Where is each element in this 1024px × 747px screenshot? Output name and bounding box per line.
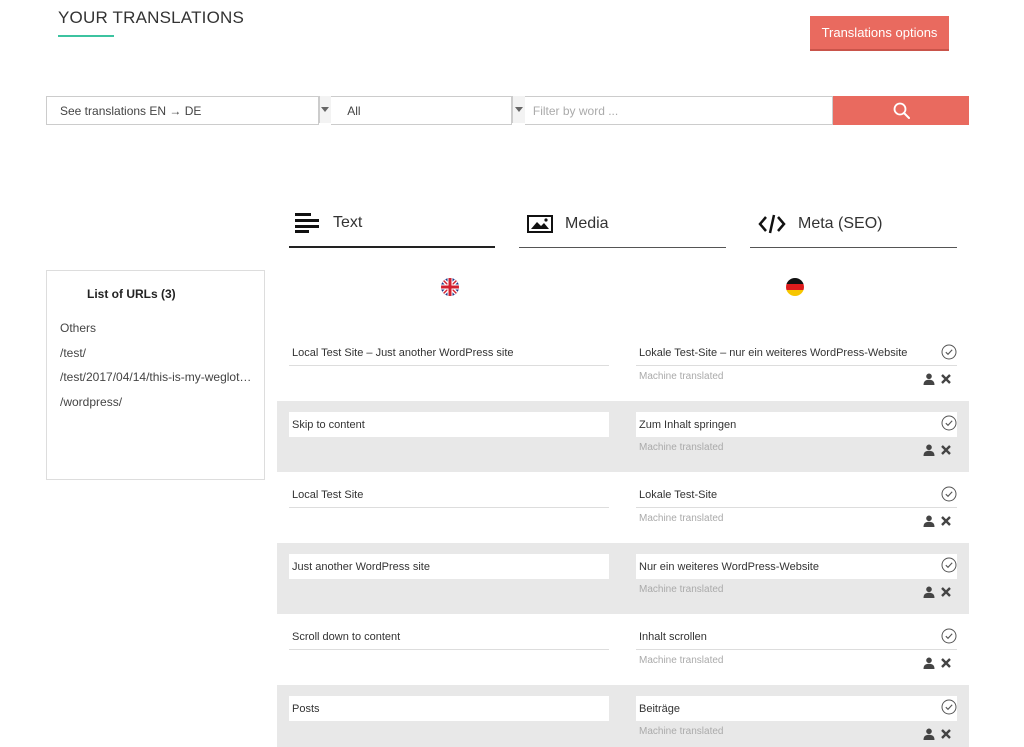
close-icon[interactable] (940, 373, 952, 385)
status-label: Machine translated (639, 726, 724, 737)
target-text: Inhalt scrollen (639, 631, 707, 643)
table-row: Posts Beiträge Machine translated (277, 685, 969, 747)
status-label: Machine translated (639, 655, 724, 666)
content-tabs: Text Media Meta (SEO) (289, 200, 957, 248)
close-icon[interactable] (940, 586, 952, 598)
target-text: Zum Inhalt springen (639, 418, 737, 431)
check-circle-icon[interactable] (941, 699, 957, 715)
language-pair-value: See translations EN → DE (60, 103, 202, 118)
status-label: Machine translated (639, 442, 724, 453)
url-list: Others /test/ /test/2017/04/14/this-is-m… (60, 321, 251, 419)
table-row: Local Test Site – Just another WordPress… (277, 330, 969, 401)
close-icon[interactable] (940, 515, 952, 527)
filter-word-input[interactable] (524, 96, 834, 125)
language-pair-select[interactable]: See translations EN → DE (46, 96, 319, 125)
type-select[interactable]: All (331, 96, 513, 125)
user-icon[interactable] (923, 586, 935, 598)
table-row: Scroll down to content Inhalt scrollen M… (277, 614, 969, 685)
filter-bar: See translations EN → DE All (46, 96, 969, 125)
target-text: Lokale Test-Site (639, 489, 718, 501)
user-icon[interactable] (923, 728, 935, 740)
close-icon[interactable] (940, 728, 952, 740)
target-text: Lokale Test-Site – nur ein weiteres Word… (639, 347, 908, 359)
target-text-field[interactable]: Beiträge (636, 696, 957, 721)
status-label: Machine translated (639, 584, 724, 595)
tab-text-label: Text (333, 214, 363, 231)
de-flag-icon (786, 278, 804, 296)
type-value: All (347, 103, 361, 118)
user-icon[interactable] (923, 373, 935, 385)
url-list-panel: List of URLs (3) Others /test/ /test/201… (46, 270, 265, 480)
check-circle-icon[interactable] (941, 415, 957, 431)
tab-meta-seo[interactable]: Meta (SEO) (750, 200, 957, 248)
url-list-title: List of URLs (3) (87, 287, 176, 301)
code-icon (758, 214, 786, 233)
table-row: Local Test Site Lokale Test-Site Machine… (277, 472, 969, 543)
close-icon[interactable] (940, 657, 952, 669)
url-item[interactable]: /test/2017/04/14/this-is-my-weglot… (60, 370, 251, 395)
url-item[interactable]: /test/ (60, 346, 251, 371)
search-button[interactable] (833, 96, 969, 125)
status-label: Machine translated (639, 371, 724, 382)
translations-options-button[interactable]: Translations options (810, 16, 949, 51)
user-icon[interactable] (923, 657, 935, 669)
tab-text[interactable]: Text (289, 200, 495, 248)
text-lines-icon (295, 213, 319, 233)
target-text-field[interactable]: Inhalt scrollen (636, 625, 957, 650)
target-text-field[interactable]: Nur ein weiteres WordPress-Website (636, 554, 957, 579)
tab-media-label: Media (565, 214, 609, 232)
user-icon[interactable] (923, 444, 935, 456)
translation-rows: Local Test Site – Just another WordPress… (277, 330, 969, 747)
chevron-down-icon[interactable] (318, 96, 332, 123)
tab-media[interactable]: Media (519, 200, 726, 248)
title-underline (58, 35, 114, 37)
chevron-down-icon[interactable] (512, 96, 525, 123)
table-row: Skip to content Zum Inhalt springen Mach… (277, 401, 969, 472)
search-icon (893, 102, 910, 119)
url-item[interactable]: /wordpress/ (60, 395, 251, 420)
target-text-field[interactable]: Lokale Test-Site – nur ein weiteres Word… (636, 341, 957, 366)
page-title: YOUR TRANSLATIONS (58, 8, 245, 27)
target-text-field[interactable]: Zum Inhalt springen (636, 412, 957, 437)
source-text: Posts (289, 696, 609, 721)
close-icon[interactable] (940, 444, 952, 456)
tab-meta-label: Meta (SEO) (798, 214, 883, 232)
source-text: Skip to content (289, 412, 609, 437)
check-circle-icon[interactable] (941, 344, 957, 360)
image-icon (527, 214, 553, 233)
url-item[interactable]: Others (60, 321, 251, 346)
check-circle-icon[interactable] (941, 628, 957, 644)
check-circle-icon[interactable] (941, 486, 957, 502)
source-text: Local Test Site – Just another WordPress… (289, 341, 609, 366)
check-circle-icon[interactable] (941, 557, 957, 573)
uk-flag-icon (441, 278, 459, 296)
status-label: Machine translated (639, 513, 724, 524)
target-text-field[interactable]: Lokale Test-Site (636, 483, 957, 508)
target-text: Nur ein weiteres WordPress-Website (639, 560, 819, 573)
target-text: Beiträge (639, 702, 680, 715)
source-text: Just another WordPress site (289, 554, 609, 579)
user-icon[interactable] (923, 515, 935, 527)
source-text: Scroll down to content (289, 625, 609, 650)
source-text: Local Test Site (289, 483, 609, 508)
table-row: Just another WordPress site Nur ein weit… (277, 543, 969, 614)
